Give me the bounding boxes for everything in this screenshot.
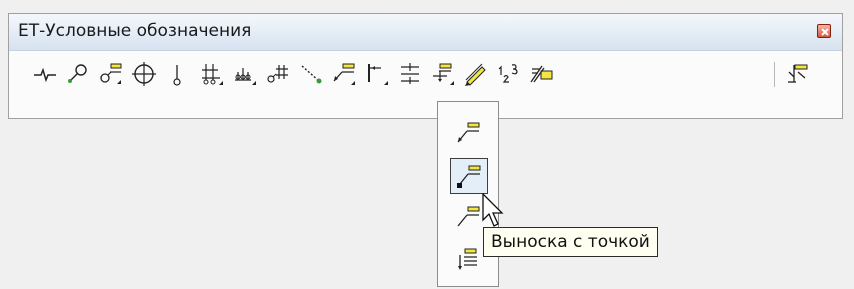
- toolbar-separator: [774, 62, 775, 87]
- close-button[interactable]: [817, 24, 831, 38]
- tolerance-frame-icon: [401, 63, 419, 84]
- vertical-dimension-tool[interactable]: [363, 60, 391, 88]
- tolerance-frame-tool[interactable]: [396, 60, 424, 88]
- leader-with-shelf-icon: [333, 63, 355, 85]
- break-line-icon: [34, 67, 56, 83]
- leader-dot-icon: [457, 165, 481, 188]
- format-painter-tool[interactable]: [528, 60, 556, 88]
- base-symbol-tool[interactable]: [231, 60, 259, 88]
- tooltip-text: Выноска с точкой: [491, 232, 650, 252]
- leader-shelf-flyout-icon: [100, 63, 122, 84]
- dotted-line-icon: [301, 65, 322, 84]
- leader-shelf-flyout-tool[interactable]: [97, 60, 125, 88]
- title-bar[interactable]: ЕТ-Условные обозначения: [9, 14, 842, 51]
- roughness-tool[interactable]: [784, 60, 812, 88]
- toolbar-window: ЕТ-Условные обозначения: [8, 13, 843, 119]
- grid-leader-icon: [267, 65, 288, 83]
- base-symbol-icon: [235, 68, 256, 85]
- mouse-cursor-icon: [482, 193, 504, 227]
- toolbar-tools: [9, 51, 842, 98]
- numbering-123-icon: [498, 64, 518, 83]
- level-mark-tool[interactable]: [429, 60, 457, 88]
- pencil-tool[interactable]: [462, 60, 490, 88]
- crosshair-circle-icon: [132, 62, 156, 86]
- window-title: ЕТ-Условные обозначения: [18, 21, 252, 41]
- tooltip: Выноска с точкой: [483, 227, 658, 257]
- grid-leader-tool[interactable]: [264, 60, 292, 88]
- leader-arrow-icon: [457, 122, 480, 143]
- leader-circle-tool[interactable]: [64, 60, 92, 88]
- point-mark-icon: [173, 65, 181, 86]
- format-painter-icon: [530, 65, 553, 83]
- leader-circle-icon: [68, 64, 87, 83]
- close-icon: [821, 28, 829, 36]
- flyout-leader-dot[interactable]: [450, 158, 488, 194]
- numbering-tool[interactable]: [495, 60, 523, 88]
- pencil-icon: [465, 63, 486, 86]
- leader-multi-icon: [458, 248, 477, 270]
- leader-with-shelf-tool[interactable]: [330, 60, 358, 88]
- crosshair-circle-tool[interactable]: [130, 60, 158, 88]
- vertical-dimension-icon: [368, 64, 388, 85]
- dotted-line-tool[interactable]: [297, 60, 325, 88]
- flyout-leader-arrow[interactable]: [450, 116, 488, 152]
- roughness-icon: [788, 64, 808, 83]
- leader-slash-icon: [457, 206, 480, 227]
- level-mark-icon: [433, 63, 454, 85]
- point-mark-tool[interactable]: [163, 60, 191, 88]
- hatch-base-tool[interactable]: [198, 60, 226, 88]
- break-line-tool[interactable]: [31, 60, 59, 88]
- hatch-base-icon: [202, 64, 223, 85]
